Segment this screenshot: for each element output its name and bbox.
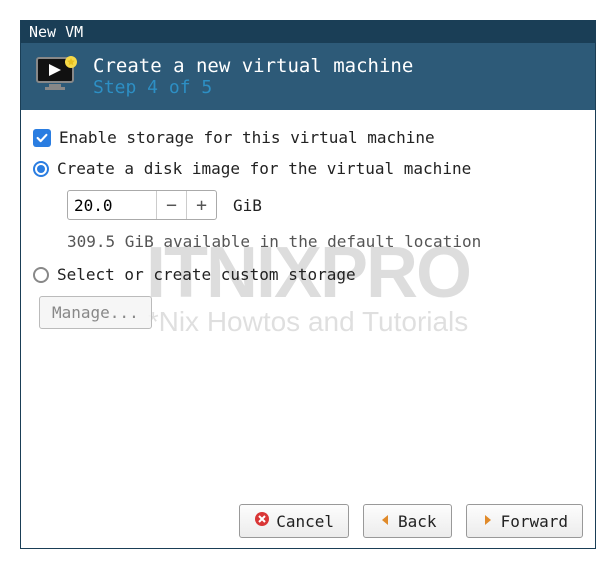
back-button[interactable]: Back [363, 504, 452, 538]
create-disk-label: Create a disk image for the virtual mach… [57, 159, 471, 178]
window-title: New VM [29, 23, 83, 41]
back-icon [378, 512, 392, 531]
wizard-content: Enable storage for this virtual machine … [21, 110, 595, 339]
monitor-icon [35, 56, 79, 98]
back-label: Back [398, 512, 437, 531]
enable-storage-checkbox[interactable] [33, 129, 51, 147]
cancel-icon [254, 511, 270, 531]
wizard-title: Create a new virtual machine [93, 55, 581, 77]
wizard-header: Create a new virtual machine Step 4 of 5 [21, 43, 595, 110]
enable-storage-label: Enable storage for this virtual machine [59, 128, 435, 147]
wizard-step: Step 4 of 5 [93, 77, 581, 98]
create-disk-row[interactable]: Create a disk image for the virtual mach… [33, 159, 583, 178]
custom-storage-label: Select or create custom storage [57, 265, 356, 284]
forward-icon [481, 512, 495, 531]
disk-size-increment[interactable]: + [186, 191, 216, 219]
disk-size-decrement[interactable]: − [156, 191, 186, 219]
disk-size-spinner[interactable]: − + [67, 190, 217, 220]
disk-size-unit: GiB [233, 196, 262, 215]
window-titlebar[interactable]: New VM [21, 21, 595, 43]
cancel-label: Cancel [276, 512, 334, 531]
custom-storage-radio[interactable] [33, 267, 49, 283]
dialog-window: New VM Create a new virtual machine Step… [20, 20, 596, 549]
forward-label: Forward [501, 512, 568, 531]
cancel-button[interactable]: Cancel [239, 504, 349, 538]
custom-storage-row[interactable]: Select or create custom storage [33, 265, 583, 284]
available-space-label: 309.5 GiB available in the default locat… [33, 232, 583, 251]
manage-button[interactable]: Manage... [39, 296, 152, 329]
forward-button[interactable]: Forward [466, 504, 583, 538]
disk-size-input[interactable] [68, 192, 156, 219]
enable-storage-row[interactable]: Enable storage for this virtual machine [33, 128, 583, 147]
disk-size-row: − + GiB [33, 190, 583, 220]
create-disk-radio[interactable] [33, 161, 49, 177]
wizard-footer: Cancel Back Forward [239, 504, 583, 538]
